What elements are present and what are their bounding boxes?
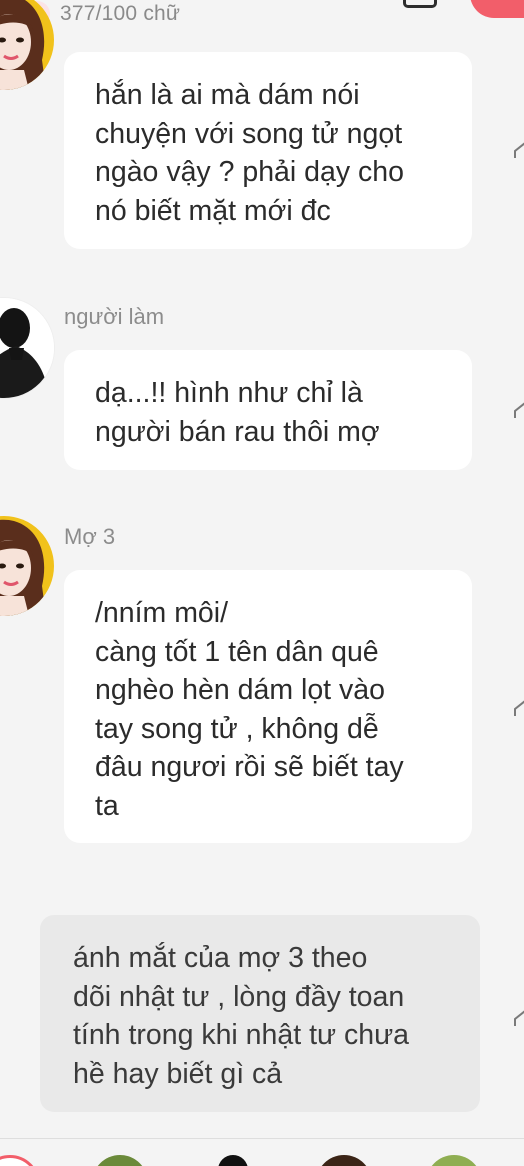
message-line: tay song tử , không dễ: [95, 712, 379, 745]
comment-icon[interactable]: [512, 142, 524, 158]
character-avatar[interactable]: [316, 1155, 372, 1166]
message-line: nó biết mặt mới đc: [95, 194, 331, 227]
narration-line: ánh mắt của mợ 3 theo: [73, 942, 368, 974]
publish-button[interactable]: [470, 0, 524, 18]
character-picker-bar: [0, 1138, 524, 1166]
message-line: hắn là ai mà dám nói: [95, 79, 360, 111]
message-bubble[interactable]: dạ...!! hình như chỉ là người bán rau th…: [64, 350, 472, 470]
comment-icon[interactable]: [512, 1010, 524, 1026]
message-line: ta: [95, 789, 119, 822]
comment-icon[interactable]: [512, 700, 524, 716]
bookmark-icon[interactable]: [403, 0, 437, 8]
narration-bubble[interactable]: ánh mắt của mợ 3 theo dõi nhật tư , lòng…: [40, 915, 480, 1112]
add-character-avatar[interactable]: [0, 1155, 40, 1166]
speaker-name: Mợ 3: [64, 524, 116, 549]
word-count-text: 377/100 chữ: [60, 2, 181, 25]
narration-line: tính trong khi nhật tư chưa: [73, 1019, 410, 1051]
avatar-silhouette[interactable]: [0, 298, 54, 398]
character-avatar[interactable]: [426, 1155, 482, 1166]
message-line: dạ...!! hình như chỉ là: [95, 377, 363, 409]
message-line: người bán rau thôi mợ: [95, 415, 380, 448]
message-line: chuyện với song tử ngọt: [95, 117, 403, 150]
message-line: ngào vậy ? phải dạy cho: [95, 156, 404, 188]
message-line: nghèo hèn dám lọt vào: [95, 674, 385, 706]
message-bubble[interactable]: /nním môi/ càng tốt 1 tên dân quê nghèo …: [64, 570, 472, 843]
message-bubble[interactable]: hắn là ai mà dám nói chuyện với song tử …: [64, 52, 472, 249]
character-avatar[interactable]: [218, 1155, 248, 1166]
narration-line: dõi nhật tư , lòng đầy toan: [73, 980, 405, 1013]
chat-story-editor: 377/100 chữ hắn là ai mà dám nói chuyện …: [0, 0, 524, 1166]
avatar-woman[interactable]: [0, 0, 54, 90]
character-avatar[interactable]: [92, 1155, 148, 1166]
speaker-name: người làm: [64, 304, 165, 329]
message-line: càng tốt 1 tên dân quê: [95, 635, 379, 668]
top-bar: 377/100 chữ: [0, 0, 524, 34]
comment-icon[interactable]: [512, 402, 524, 418]
message-line: đâu ngươi rồi sẽ biết tay: [95, 751, 404, 783]
message-line: /nním môi/: [95, 597, 229, 629]
avatar-woman[interactable]: [0, 516, 54, 616]
narration-line: hề hay biết gì cả: [73, 1057, 283, 1090]
